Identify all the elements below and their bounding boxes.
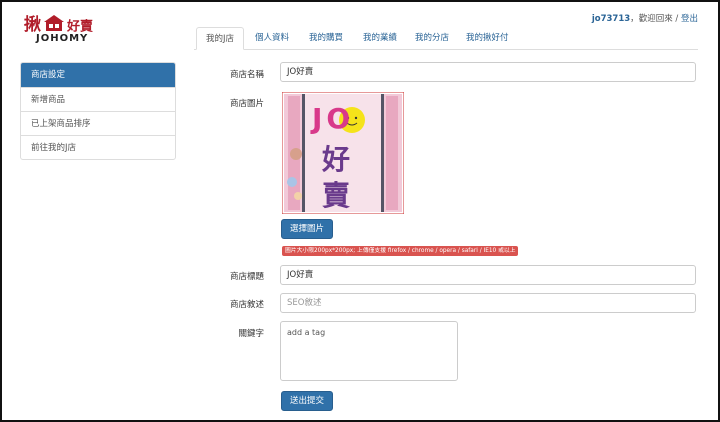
tab-profile[interactable]: 個人資料	[246, 27, 298, 50]
tab-my-store[interactable]: 我的J店	[196, 27, 245, 50]
sidebar-item-go-to-store[interactable]: 前往我的J店	[21, 135, 175, 159]
store-image-text-mid: 好	[322, 143, 351, 176]
store-image-text-bottom: 賣	[322, 179, 351, 212]
tab-purchases[interactable]: 我的購買	[300, 27, 352, 50]
sidebar-item-sort-products[interactable]: 已上架商品排序	[21, 111, 175, 135]
store-desc-input[interactable]: SEO敘述	[280, 293, 696, 313]
store-title-label: 商店標題	[229, 272, 264, 282]
username-link[interactable]: jo73713	[592, 14, 630, 24]
tab-jopay[interactable]: 我的揪好付	[457, 27, 518, 50]
store-title-input[interactable]: JO好賣	[280, 265, 696, 285]
store-name-label: 商店名稱	[229, 70, 264, 80]
logo-char-left: 揪	[24, 15, 41, 35]
store-image: JO 好 賣	[281, 91, 405, 215]
logout-link[interactable]: 登出	[681, 14, 698, 24]
choose-image-button[interactable]: 選擇圖片	[281, 219, 334, 239]
image-notice-badge: 圖片大小限200px*200px; 上傳僅支援 firefox / chrome…	[282, 246, 519, 256]
user-separator: ，	[630, 14, 639, 24]
sidebar: 商店設定 新增商品 已上架商品排序 前往我的J店	[20, 62, 176, 160]
sidebar-item-store-settings[interactable]: 商店設定	[21, 63, 175, 87]
logo-english: JOHOMY	[36, 33, 89, 44]
house-icon	[42, 14, 66, 32]
tab-performance[interactable]: 我的業績	[354, 27, 406, 50]
keywords-label: 關鍵字	[238, 329, 264, 339]
user-area: jo73713，歡迎回來 / 登出	[592, 12, 698, 24]
sidebar-item-add-product[interactable]: 新增商品	[21, 87, 175, 111]
tab-bar: 我的J店 個人資料 我的購買 我的業績 我的分店 我的揪好付	[194, 27, 698, 50]
tab-branches[interactable]: 我的分店	[406, 27, 458, 50]
store-name-input[interactable]: JO好賣	[280, 62, 696, 82]
welcome-text: 歡迎回來	[638, 14, 673, 24]
store-desc-label: 商店敘述	[229, 300, 264, 310]
logo-chinese: 揪好賣	[24, 10, 93, 35]
logo[interactable]: 揪好賣 JOHOMY	[24, 10, 108, 46]
store-image-text-top: JO	[312, 102, 355, 135]
submit-button[interactable]: 送出提交	[281, 391, 334, 411]
user-slash: /	[672, 14, 681, 24]
store-image-label: 商店圖片	[229, 99, 264, 109]
keywords-input[interactable]: add a tag	[280, 321, 458, 381]
